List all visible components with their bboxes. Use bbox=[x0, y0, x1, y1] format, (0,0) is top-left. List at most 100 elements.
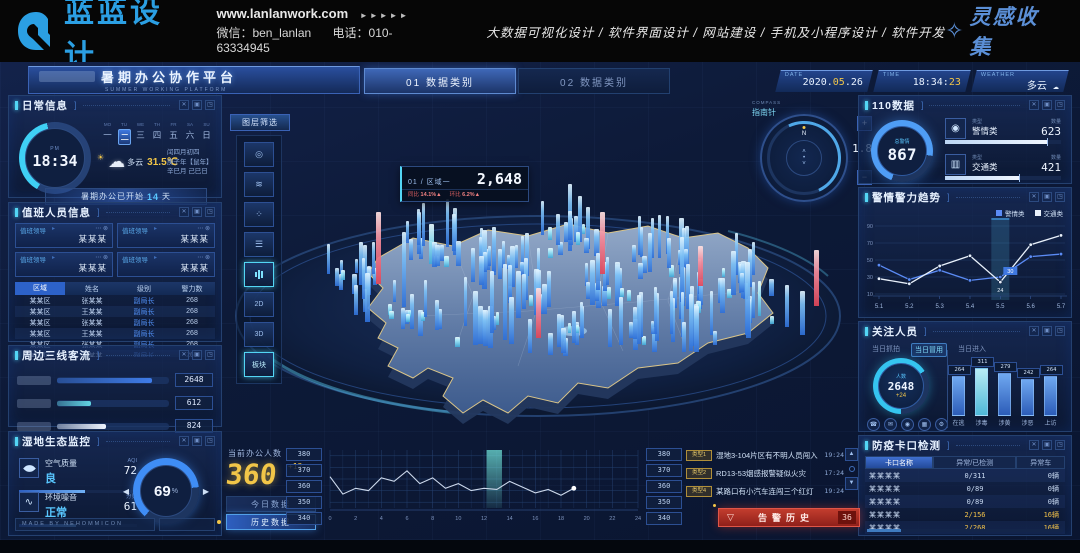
expand-icon[interactable]: ◳ bbox=[205, 100, 215, 110]
panel-footer-credit: MADE BY NEHOMMICON bbox=[15, 518, 155, 531]
close-icon[interactable]: ✕ bbox=[1029, 100, 1039, 110]
map-tooltip: 01 / 区域一 2,648 同比 14.1%▲ 环比 6.2%▲ bbox=[400, 166, 529, 202]
y-axis-tick-box: 380 bbox=[646, 448, 682, 461]
scroll-up-button[interactable]: ▲ bbox=[845, 448, 858, 461]
alert-scroll: ▲ ▼ bbox=[845, 448, 858, 490]
flow-bar-track bbox=[57, 423, 169, 430]
week-day[interactable]: FR五 bbox=[167, 122, 180, 145]
alert-item[interactable]: 类型1湿地3-104片区有不明人员闯入19:24 bbox=[686, 448, 858, 462]
column-header[interactable]: 级别 bbox=[119, 284, 169, 294]
pin-icon[interactable]: ▣ bbox=[192, 350, 202, 360]
map-bar bbox=[444, 256, 449, 267]
gauge-left-arrow[interactable]: ◀ bbox=[123, 487, 129, 496]
radar-icon[interactable]: ≋ bbox=[244, 172, 274, 197]
panel-nearby-flow: 周边三线客流]✕▣◳ 2648612824 bbox=[8, 345, 222, 427]
tab-data-category-1[interactable]: 01 数据类别 bbox=[364, 68, 516, 94]
tab-data-category-2[interactable]: 02 数据类别 bbox=[518, 68, 670, 94]
checkpoint-column-header[interactable]: 卡口名称 bbox=[865, 456, 933, 469]
focus-tab[interactable]: 当日冒用 bbox=[911, 343, 947, 357]
table-scrollbar[interactable] bbox=[867, 529, 1063, 532]
alert-item[interactable]: 类型4某路口有小汽车连闯三个红灯19:24 bbox=[686, 484, 858, 498]
table-cell: 副局长 bbox=[119, 307, 169, 317]
mode-3d-button[interactable]: 3D bbox=[244, 322, 274, 347]
checkpoint-row[interactable]: 某某某某0/890辆 bbox=[865, 482, 1065, 495]
duty-leader-card[interactable]: 值班领导▸⋯ ⊗某某某 bbox=[117, 252, 215, 277]
page-title: 暑期办公协作平台 bbox=[101, 67, 237, 86]
expand-icon[interactable]: ◳ bbox=[1055, 100, 1065, 110]
gauge-right-arrow[interactable]: ▶ bbox=[203, 487, 209, 496]
record-icon[interactable]: ◉ bbox=[901, 418, 914, 431]
expand-icon[interactable]: ◳ bbox=[205, 436, 215, 446]
close-icon[interactable]: ✕ bbox=[179, 100, 189, 110]
expand-icon[interactable]: ◳ bbox=[205, 350, 215, 360]
pin-icon[interactable]: ▣ bbox=[1042, 100, 1052, 110]
mail-icon[interactable]: ✉ bbox=[884, 418, 897, 431]
svg-text:16: 16 bbox=[532, 516, 538, 522]
table-row[interactable]: 某某区王某某副局长268 bbox=[15, 328, 215, 339]
column-header[interactable]: 警力数 bbox=[169, 284, 215, 294]
bar-column[interactable]: 264在逃 bbox=[952, 376, 965, 416]
week-day[interactable]: MO一 bbox=[101, 122, 114, 145]
bar-column[interactable]: 279涉黄 bbox=[998, 373, 1011, 416]
expand-icon[interactable]: ◳ bbox=[1055, 326, 1065, 336]
close-icon[interactable]: ✕ bbox=[179, 350, 189, 360]
pin-icon[interactable]: ▣ bbox=[192, 436, 202, 446]
pin-icon[interactable]: ▣ bbox=[192, 100, 202, 110]
legend-police[interactable]: 警情类 bbox=[996, 208, 1025, 218]
bar-chart-icon[interactable] bbox=[244, 262, 274, 287]
duty-leader-card[interactable]: 值班领导▸⋯ ⊗某某某 bbox=[15, 252, 113, 277]
legend-traffic[interactable]: 交通类 bbox=[1035, 208, 1064, 218]
pin-icon[interactable]: ▣ bbox=[1042, 440, 1052, 450]
expand-icon[interactable]: ◳ bbox=[205, 207, 215, 217]
checkpoint-row[interactable]: 某某某某2/15616辆 bbox=[865, 508, 1065, 521]
bar-column[interactable]: 264上访 bbox=[1044, 376, 1057, 416]
mode-block-button[interactable]: 板块 bbox=[244, 352, 274, 377]
table-row[interactable]: 某某区张某某副局长268 bbox=[15, 317, 215, 328]
inspiration-collect-button[interactable]: ✧ 灵感收集 bbox=[945, 1, 1058, 61]
checkpoint-row[interactable]: 某某某某0/890辆 bbox=[865, 495, 1065, 508]
expand-icon[interactable]: ◳ bbox=[1055, 192, 1065, 202]
alert-history-count: 36 bbox=[838, 511, 856, 524]
column-header[interactable]: 区域 bbox=[15, 282, 65, 295]
duty-leader-card[interactable]: 值班领导▸⋯ ⊗某某某 bbox=[15, 223, 113, 248]
week-day[interactable]: SA六 bbox=[184, 122, 197, 145]
close-icon[interactable]: ✕ bbox=[179, 436, 189, 446]
checkpoint-column-header[interactable]: 异常/已检测 bbox=[933, 456, 1016, 469]
map-bar bbox=[365, 273, 370, 322]
pin-icon[interactable]: ▣ bbox=[192, 207, 202, 217]
compass-dial[interactable]: N ˄•˅ bbox=[760, 114, 848, 202]
bar-column[interactable]: 311涉毒 bbox=[975, 368, 988, 416]
alert-list: 类型1湿地3-104片区有不明人员闯入19:24 类型2RD13-53烟感报警疑似… bbox=[686, 448, 858, 502]
table-row[interactable]: 某某区王某某副局长268 bbox=[15, 306, 215, 317]
bar-value-label: 242 bbox=[1017, 368, 1040, 378]
dot-grid-icon[interactable]: ⁘ bbox=[244, 202, 274, 227]
week-day[interactable]: TU二 bbox=[118, 122, 131, 145]
expand-icon[interactable]: ◳ bbox=[1055, 440, 1065, 450]
focus-tab[interactable]: 当日抓拍 bbox=[869, 343, 903, 357]
bar-column[interactable]: 242涉恶 bbox=[1021, 379, 1034, 416]
close-icon[interactable]: ✕ bbox=[179, 207, 189, 217]
pin-icon[interactable]: ▣ bbox=[1042, 192, 1052, 202]
scroll-down-button[interactable]: ▼ bbox=[845, 477, 858, 490]
checkpoint-row[interactable]: 某某某某0/3110辆 bbox=[865, 469, 1065, 482]
website-link[interactable]: www.lanlanwork.com bbox=[216, 6, 348, 21]
duty-leader-card[interactable]: 值班领导▸⋯ ⊗某某某 bbox=[117, 223, 215, 248]
location-icon[interactable]: ◎ bbox=[244, 142, 274, 167]
alert-item[interactable]: 类型2RD13-53烟感报警疑似火灾17:24 bbox=[686, 466, 858, 480]
close-icon[interactable]: ✕ bbox=[1029, 440, 1039, 450]
mode-2d-button[interactable]: 2D bbox=[244, 292, 274, 317]
table-row[interactable]: 某某区张某某副局长268 bbox=[15, 295, 215, 306]
alert-history-button[interactable]: ▽ 告警历史 36 bbox=[718, 508, 860, 527]
close-icon[interactable]: ✕ bbox=[1029, 326, 1039, 336]
list-icon[interactable]: ☰ bbox=[244, 232, 274, 257]
checkpoint-row[interactable]: 某某某某2/26816辆 bbox=[865, 521, 1065, 534]
week-day[interactable]: TH四 bbox=[151, 122, 164, 145]
grid-icon[interactable]: ▦ bbox=[918, 418, 931, 431]
week-day[interactable]: WE三 bbox=[134, 122, 147, 145]
close-icon[interactable]: ✕ bbox=[1029, 192, 1039, 202]
pin-icon[interactable]: ▣ bbox=[1042, 326, 1052, 336]
week-day[interactable]: SU日 bbox=[200, 122, 213, 145]
phone-icon[interactable]: ☎ bbox=[867, 418, 880, 431]
column-header[interactable]: 姓名 bbox=[65, 284, 119, 294]
checkpoint-column-header[interactable]: 异常车 bbox=[1016, 456, 1065, 469]
